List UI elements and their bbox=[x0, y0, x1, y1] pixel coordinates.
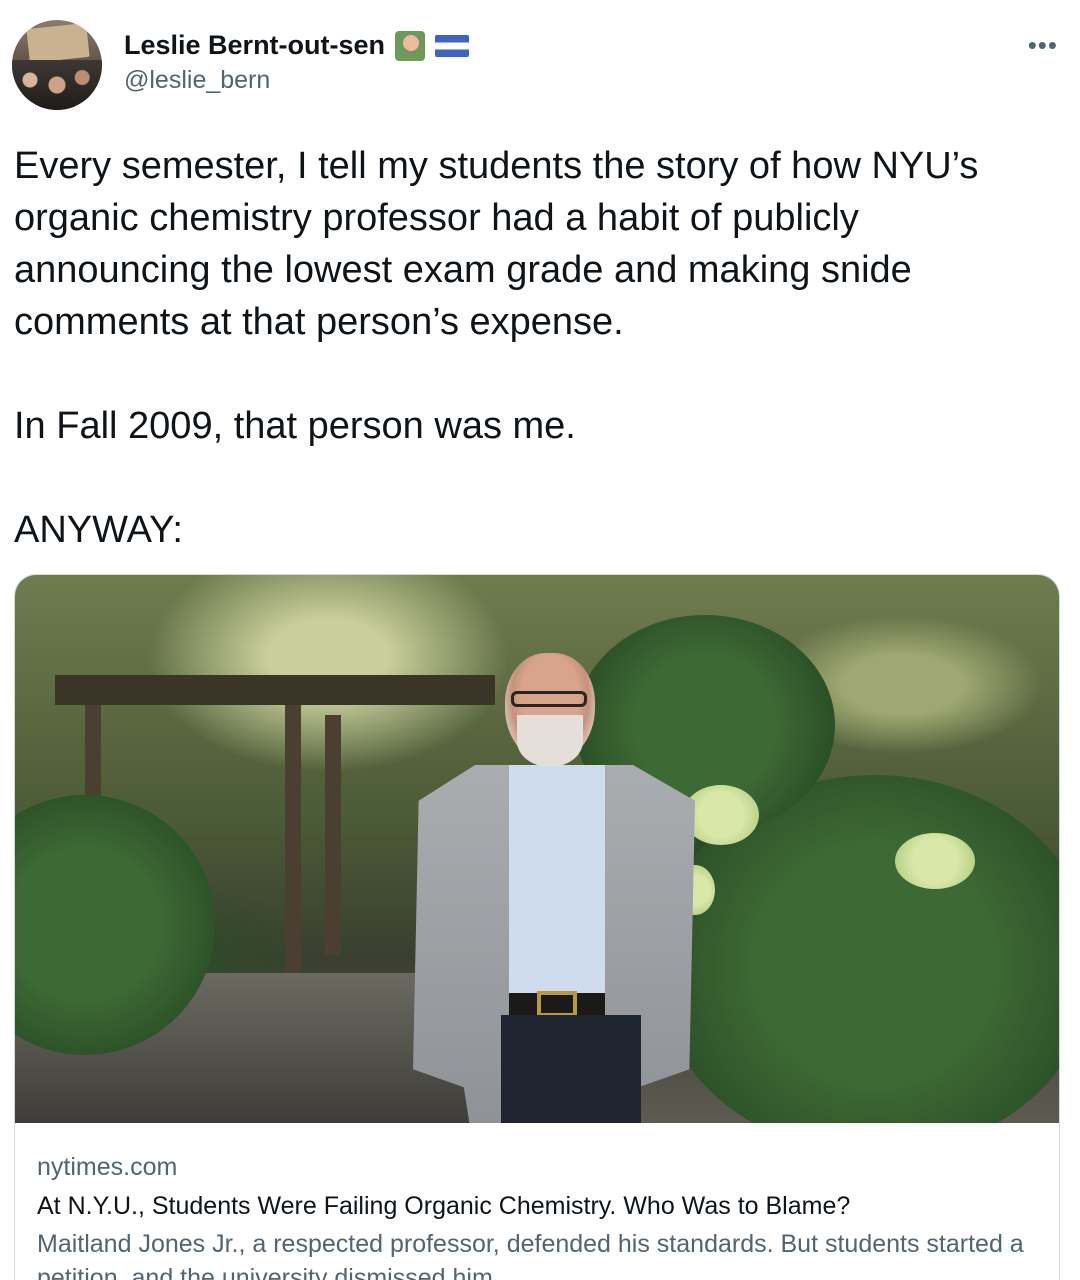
author-name[interactable]: Leslie Bernt-out-sen bbox=[124, 30, 385, 61]
card-description: Maitland Jones Jr., a respected professo… bbox=[37, 1230, 1024, 1280]
person-pants bbox=[501, 1015, 641, 1123]
belt-buckle bbox=[537, 991, 577, 1017]
protest-sign bbox=[26, 22, 90, 64]
pergola-post bbox=[285, 705, 301, 975]
person-beard bbox=[517, 715, 583, 767]
link-card[interactable]: nytimes.com At N.Y.U., Students Were Fai… bbox=[14, 574, 1060, 1280]
tweet: Leslie Bernt-out-sen @leslie_bern ••• Ev… bbox=[0, 0, 1080, 1280]
tweet-text: Every semester, I tell my students the s… bbox=[14, 140, 1064, 556]
tweet-paragraph: In Fall 2009, that person was me. bbox=[14, 405, 576, 447]
person-shirt bbox=[509, 765, 605, 995]
article-photo[interactable] bbox=[15, 575, 1059, 1123]
pergola bbox=[55, 675, 495, 705]
teacher-emoji-icon bbox=[395, 30, 426, 61]
author-avatar[interactable] bbox=[12, 20, 102, 110]
more-options-icon[interactable]: ••• bbox=[1028, 30, 1058, 61]
person-glasses bbox=[511, 691, 587, 707]
card-title[interactable]: At N.Y.U., Students Were Failing Organic… bbox=[37, 1189, 1037, 1223]
tweet-paragraph: Every semester, I tell my students the s… bbox=[14, 145, 979, 343]
flag-icon bbox=[435, 34, 470, 57]
crowd-image bbox=[12, 60, 102, 110]
hydrangea bbox=[895, 833, 975, 889]
card-domain: nytimes.com bbox=[37, 1153, 178, 1181]
pergola-post bbox=[325, 715, 341, 955]
author-handle[interactable]: @leslie_bern bbox=[124, 66, 270, 95]
author-name-row[interactable]: Leslie Bernt-out-sen bbox=[124, 30, 470, 61]
tweet-paragraph: ANYWAY: bbox=[14, 509, 183, 551]
card-info[interactable]: nytimes.com At N.Y.U., Students Were Fai… bbox=[15, 1123, 1059, 1280]
